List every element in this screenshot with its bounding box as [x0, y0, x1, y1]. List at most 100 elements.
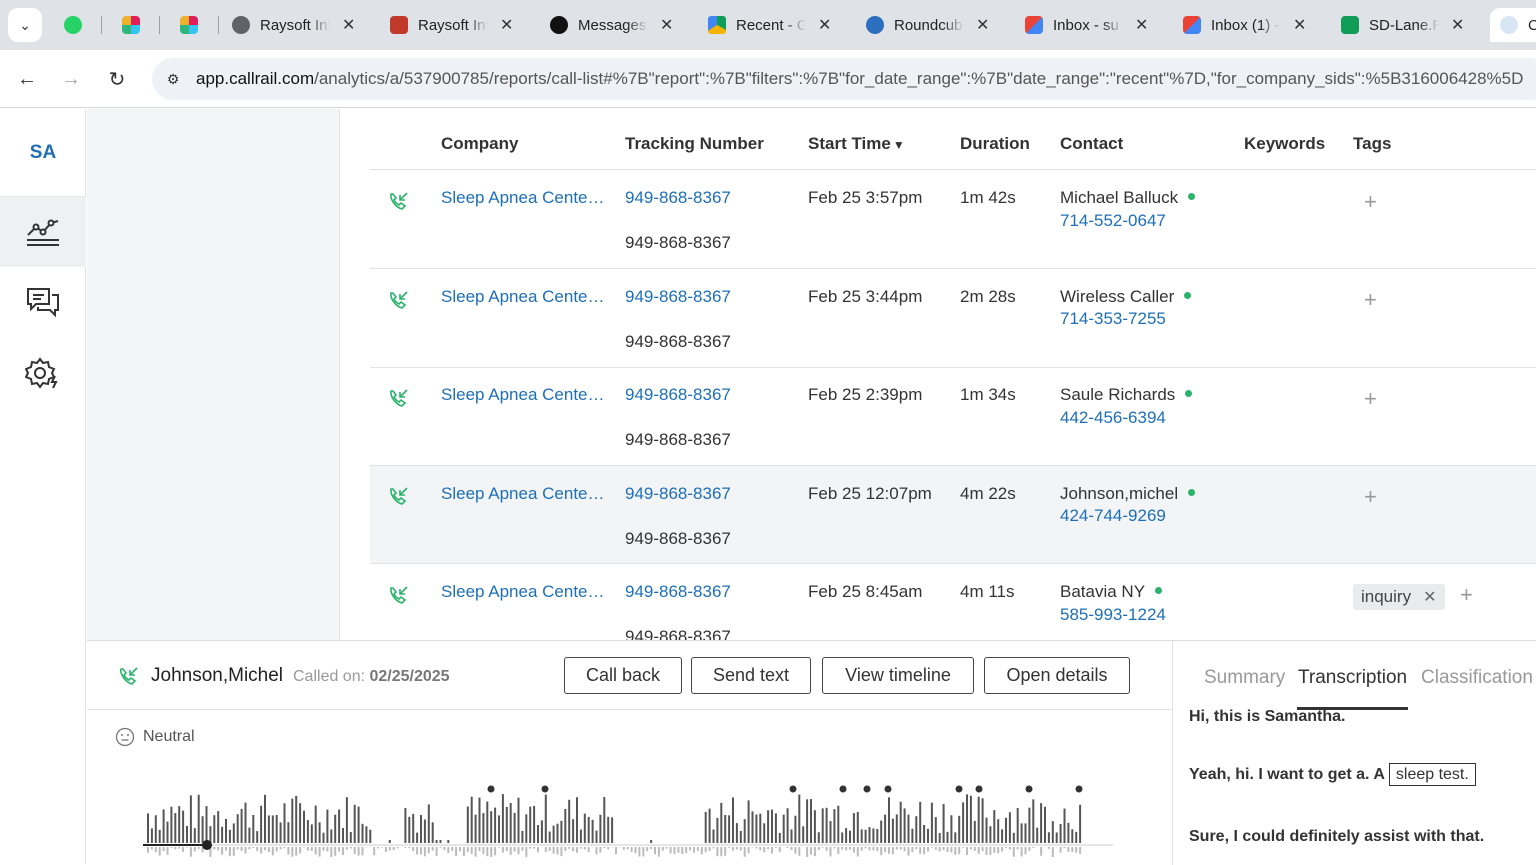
contact-name[interactable]: Michael Balluck: [1060, 188, 1195, 208]
keyword-marker[interactable]: [956, 786, 963, 793]
keyword-highlight[interactable]: sleep test.: [1389, 763, 1476, 786]
tab-summary[interactable]: Summary: [1204, 667, 1285, 689]
tracking-number-link[interactable]: 949-868-8367: [625, 484, 731, 504]
waveform-bar-agent: [806, 847, 808, 857]
table-row[interactable]: Sleep Apnea Cente… 949-868-8367 949-868-…: [370, 565, 1536, 640]
waveform-bar: [174, 813, 176, 843]
table-row[interactable]: Sleep Apnea Cente… 949-868-8367 949-868-…: [370, 171, 1536, 269]
tab-gmail-2[interactable]: Inbox (1) - ✕: [1173, 8, 1306, 42]
keyword-marker[interactable]: [790, 786, 797, 793]
tab-messages[interactable]: Messages ✕: [540, 8, 673, 42]
account-logo[interactable]: SA: [0, 109, 86, 197]
company-link[interactable]: Sleep Apnea Cente…: [441, 582, 605, 602]
address-bar[interactable]: ⚙ app.callrail.com/analytics/a/537900785…: [152, 58, 1536, 100]
tab-classification[interactable]: Classification: [1421, 667, 1533, 689]
close-icon[interactable]: ✕: [976, 15, 989, 35]
contact-name[interactable]: Saule Richards: [1060, 385, 1192, 405]
close-icon[interactable]: ✕: [660, 15, 673, 35]
back-arrow-icon[interactable]: ←: [12, 64, 42, 94]
company-link[interactable]: Sleep Apnea Cente…: [441, 484, 605, 504]
tab-transcription[interactable]: Transcription: [1298, 667, 1407, 689]
waveform-bar: [888, 797, 890, 843]
forward-arrow-icon[interactable]: →: [56, 64, 86, 94]
view-timeline-button[interactable]: View timeline: [822, 657, 974, 694]
close-icon[interactable]: ✕: [1451, 15, 1464, 35]
waveform-bar: [950, 815, 952, 843]
tab-roundcube[interactable]: Roundcub ✕: [856, 8, 989, 42]
header-tracking-number[interactable]: Tracking Number: [625, 134, 764, 154]
add-tag-plus-icon[interactable]: +: [1364, 484, 1377, 510]
tab-raysoft-1[interactable]: Raysoft Inf ✕: [222, 8, 355, 42]
contact-name[interactable]: Johnson,michel: [1060, 484, 1195, 504]
add-tag-plus-icon[interactable]: +: [1460, 582, 1473, 608]
keyword-marker[interactable]: [1026, 786, 1033, 793]
add-tag-plus-icon[interactable]: +: [1364, 189, 1377, 215]
header-start-time[interactable]: Start Time▼: [808, 134, 905, 154]
add-tag-plus-icon[interactable]: +: [1364, 287, 1377, 313]
keyword-marker[interactable]: [1076, 786, 1083, 793]
waveform-bar-agent: [748, 847, 750, 853]
contact-phone-link[interactable]: 585-993-1224: [1060, 605, 1166, 625]
playhead-handle[interactable]: [202, 840, 212, 850]
tracking-number-link[interactable]: 949-868-8367: [625, 287, 731, 307]
remove-tag-close-icon[interactable]: ✕: [1423, 587, 1436, 607]
tab-google-drive[interactable]: Recent - G ✕: [698, 8, 831, 42]
sidebar-item-conversations[interactable]: [0, 267, 86, 337]
keyword-marker[interactable]: [488, 786, 495, 793]
company-link[interactable]: Sleep Apnea Cente…: [441, 188, 605, 208]
tab-search-chevron-icon[interactable]: ⌄: [8, 8, 42, 42]
contact-name[interactable]: Wireless Caller: [1060, 287, 1191, 307]
tracking-number-link[interactable]: 949-868-8367: [625, 582, 731, 602]
company-link[interactable]: Sleep Apnea Cente…: [441, 287, 605, 307]
table-row-selected[interactable]: Sleep Apnea Cente… 949-868-8367 949-868-…: [370, 466, 1536, 564]
waveform-bar-agent: [603, 847, 605, 848]
close-icon[interactable]: ✕: [1293, 15, 1306, 35]
sidebar-item-settings[interactable]: [0, 338, 86, 408]
tab-raysoft-2[interactable]: Raysoft Inf ✕: [380, 8, 513, 42]
waveform-bar-agent: [892, 847, 894, 854]
tab-slack-2[interactable]: [170, 8, 208, 42]
tab-gmail-1[interactable]: Inbox - su ✕: [1015, 8, 1148, 42]
close-icon[interactable]: ✕: [1135, 15, 1148, 35]
close-icon[interactable]: ✕: [342, 15, 355, 35]
header-duration[interactable]: Duration: [960, 134, 1030, 154]
table-row[interactable]: Sleep Apnea Cente… 949-868-8367 949-868-…: [370, 368, 1536, 466]
call-back-button[interactable]: Call back: [564, 657, 682, 694]
company-link[interactable]: Sleep Apnea Cente…: [441, 385, 605, 405]
close-icon[interactable]: ✕: [818, 15, 831, 35]
table-row[interactable]: Sleep Apnea Cente… 949-868-8367 949-868-…: [370, 270, 1536, 368]
header-company[interactable]: Company: [441, 134, 518, 154]
reload-icon[interactable]: ↻: [102, 64, 132, 94]
contact-phone-link[interactable]: 442-456-6394: [1060, 408, 1166, 428]
waveform-bar: [596, 831, 598, 843]
header-keywords[interactable]: Keywords: [1244, 134, 1325, 154]
tab-whatsapp[interactable]: [54, 8, 92, 42]
tab-callrail-active[interactable]: C: [1490, 8, 1536, 42]
tab-slack-1[interactable]: [112, 8, 150, 42]
keyword-marker[interactable]: [864, 786, 871, 793]
contact-phone-link[interactable]: 714-353-7255: [1060, 309, 1166, 329]
waveform-bar: [1009, 812, 1011, 843]
tab-sheets[interactable]: SD-Lane.R ✕: [1331, 8, 1464, 42]
sidebar-item-analytics[interactable]: [0, 197, 86, 267]
site-settings-icon[interactable]: ⚙: [160, 66, 186, 92]
close-icon[interactable]: ✕: [500, 15, 513, 35]
waveform-bar: [771, 810, 773, 843]
add-tag-plus-icon[interactable]: +: [1364, 386, 1377, 412]
contact-phone-link[interactable]: 424-744-9269: [1060, 506, 1166, 526]
header-tags[interactable]: Tags: [1353, 134, 1391, 154]
contact-phone-link[interactable]: 714-552-0647: [1060, 211, 1166, 231]
keyword-marker[interactable]: [542, 786, 549, 793]
keyword-marker[interactable]: [840, 786, 847, 793]
tracking-number-link[interactable]: 949-868-8367: [625, 188, 731, 208]
waveform-bar-agent: [861, 847, 863, 851]
send-text-button[interactable]: Send text: [691, 657, 811, 694]
audio-waveform[interactable]: [143, 781, 1123, 865]
open-details-button[interactable]: Open details: [984, 657, 1130, 694]
keyword-marker[interactable]: [885, 786, 892, 793]
keyword-marker[interactable]: [976, 786, 983, 793]
header-contact[interactable]: Contact: [1060, 134, 1123, 154]
tracking-number-link[interactable]: 949-868-8367: [625, 385, 731, 405]
contact-name[interactable]: Batavia NY: [1060, 582, 1162, 602]
waveform-bar-agent: [284, 847, 286, 848]
